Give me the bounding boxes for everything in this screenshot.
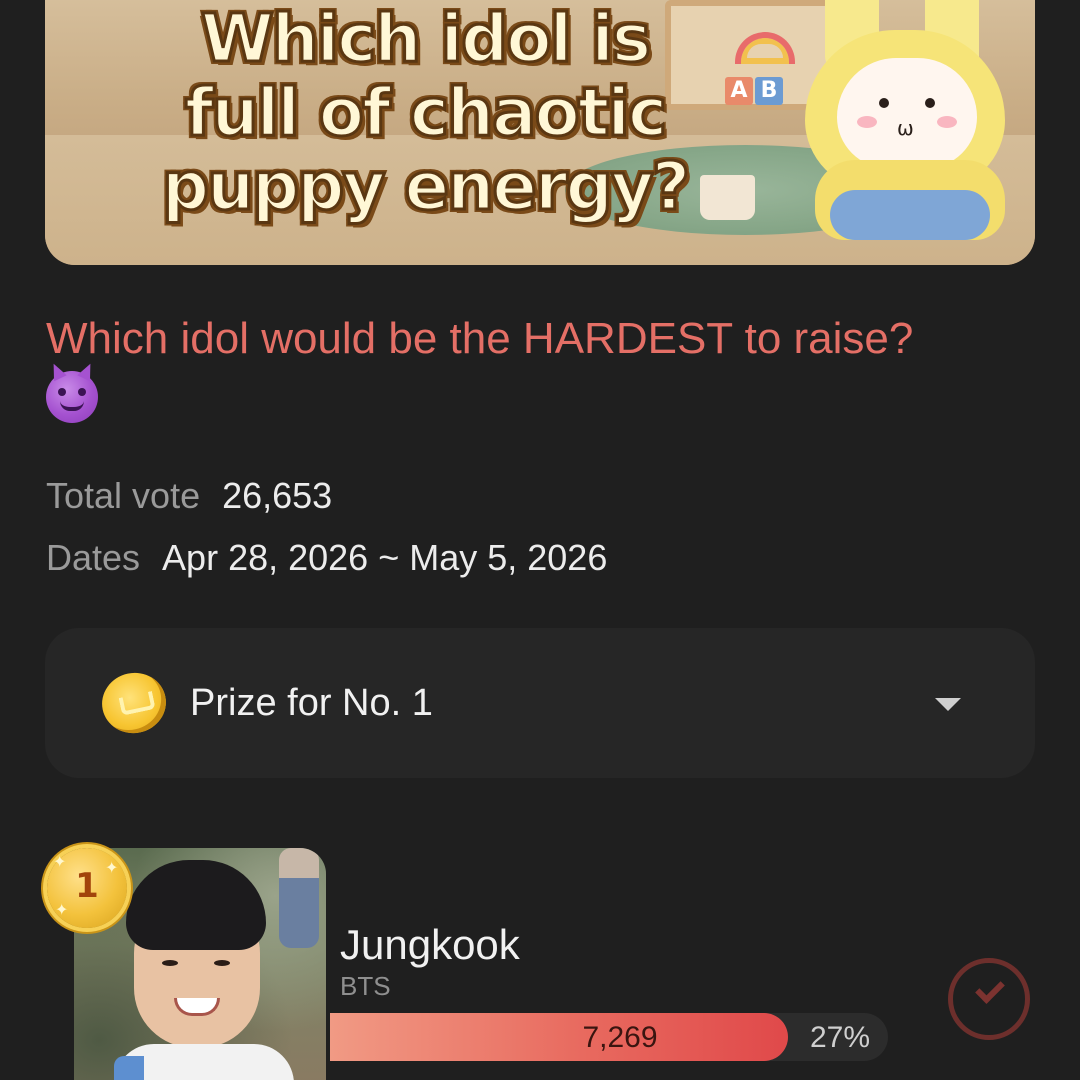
chevron-down-icon[interactable] [935,698,961,711]
bunny-mouth: ω [897,116,914,140]
bunny-mascot-illustration: ω [785,0,1025,260]
photo-eye [162,960,178,966]
candidate-group: BTS [340,971,391,1001]
bunny-eye [879,98,889,108]
smiling-face-with-horns-icon [46,371,98,424]
vote-progress-fill: 7,269 [330,1013,788,1061]
vote-check-button[interactable] [948,958,1030,1040]
vote-progress-bar: 7,269 27% [330,1013,888,1061]
dates-label: Dates [46,537,141,578]
banner-title: Which idol is full of chaotic puppy ener… [105,0,745,225]
prize-dropdown[interactable]: Prize for No. 1 [45,628,1035,778]
bunny-eye [925,98,935,108]
vote-question: Which idol would be the HARDEST to raise… [46,312,1036,424]
checkmark-icon [975,974,1005,1004]
candidate-name: Jungkook [340,921,520,968]
event-banner[interactable]: AB ω Which idol is full of chaotic puppy… [45,0,1035,265]
photo-background-person [279,848,319,948]
photo-eye [214,960,230,966]
bunny-face: ω [837,58,977,168]
photo-shirt [114,1044,294,1080]
total-vote-label: Total vote [46,475,201,516]
dates-value: Apr 28, 2026 ~ May 5, 2026 [162,537,608,578]
dates-row: Dates Apr 28, 2026 ~ May 5, 2026 [46,536,607,580]
photo-mouth [174,998,220,1016]
total-vote-value: 26,653 [222,475,333,516]
rank-number: 1 [75,866,99,906]
banner-title-line: puppy energy? [160,148,691,225]
vote-count: 7,269 [582,1021,658,1054]
banner-title-line: full of chaotic [183,74,668,151]
rank-badge: ✦ ✦ ✦ 1 [47,848,127,928]
banner-title-line: Which idol is [199,0,652,77]
vote-page: AB ω Which idol is full of chaotic puppy… [0,0,1080,1080]
total-vote-row: Total vote 26,653 [46,474,332,518]
bunny-cheek [857,116,877,128]
bunny-legs [830,190,990,240]
coin-icon [96,667,172,739]
letter-block: B [755,77,783,105]
prize-label: Prize for No. 1 [190,682,433,724]
bunny-cheek [937,116,957,128]
vote-percent: 27% [809,1021,870,1054]
question-text: Which idol would be the HARDEST to raise… [46,314,914,363]
